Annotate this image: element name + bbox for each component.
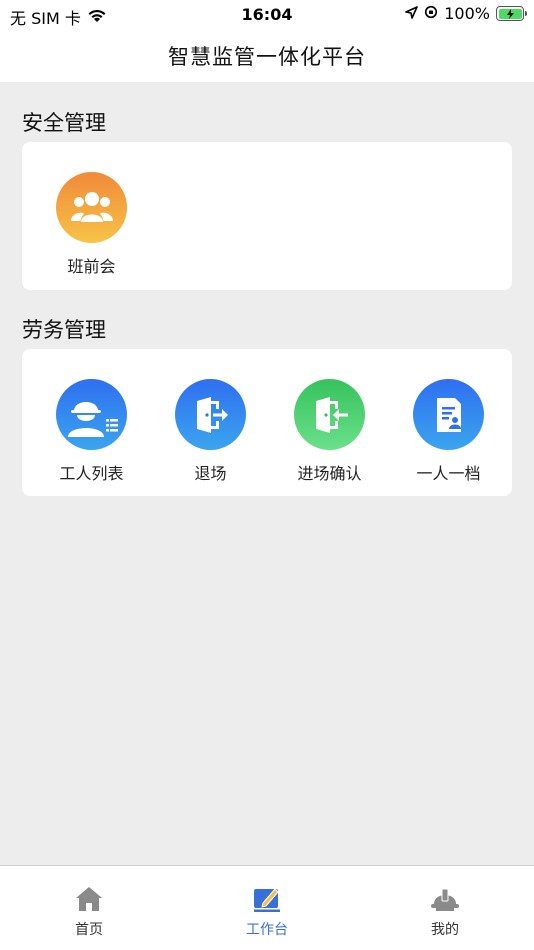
tile-person-file[interactable]: 一人一档 [389,379,508,484]
enter-door-icon [294,379,365,450]
app-screen: 无 SIM 卡 16:04 100% 智慧监管一体化平台 安全管理 班前会 劳务… [0,0,534,950]
tab-mine[interactable]: 我的 [356,866,534,950]
nav-bar: 智慧监管一体化平台 [0,30,534,82]
tab-workbench[interactable]: 工作台 [178,866,356,950]
tile-label: 工人列表 [59,464,124,483]
tile-label: 退场 [194,464,227,483]
worker-list-icon [56,379,127,450]
status-right: 100% [405,4,527,23]
orientation-lock-icon [424,4,438,23]
battery-icon [496,6,527,21]
page-title: 智慧监管一体化平台 [168,45,366,69]
tile-entry-confirm[interactable]: 进场确认 [270,379,389,484]
tab-label: 工作台 [246,922,288,938]
battery-percent: 100% [444,4,490,23]
section-title-safety: 安全管理 [22,111,106,135]
labor-card: 工人列表 退场 进场确认 一人一档 [22,349,512,496]
tab-label: 首页 [75,922,103,938]
status-bar: 无 SIM 卡 16:04 100% [0,0,534,30]
workbench-icon [253,886,281,916]
section-title-labor: 劳务管理 [22,318,106,342]
tab-bar: 首页 工作台 我的 [0,865,534,950]
tile-label: 班前会 [67,257,116,276]
tile-label: 进场确认 [297,464,362,483]
tile-label: 一人一档 [416,464,481,483]
person-file-icon [413,379,484,450]
tile-exit[interactable]: 退场 [151,379,270,484]
group-people-icon [56,172,127,243]
exit-door-icon [175,379,246,450]
location-arrow-icon [405,4,419,23]
tile-pre-shift-meeting[interactable]: 班前会 [32,172,151,277]
tab-home[interactable]: 首页 [0,866,178,950]
safety-card: 班前会 [22,142,512,290]
tile-worker-list[interactable]: 工人列表 [32,379,151,484]
home-icon [75,886,103,916]
helmet-icon [430,886,460,916]
tab-label: 我的 [431,922,459,938]
